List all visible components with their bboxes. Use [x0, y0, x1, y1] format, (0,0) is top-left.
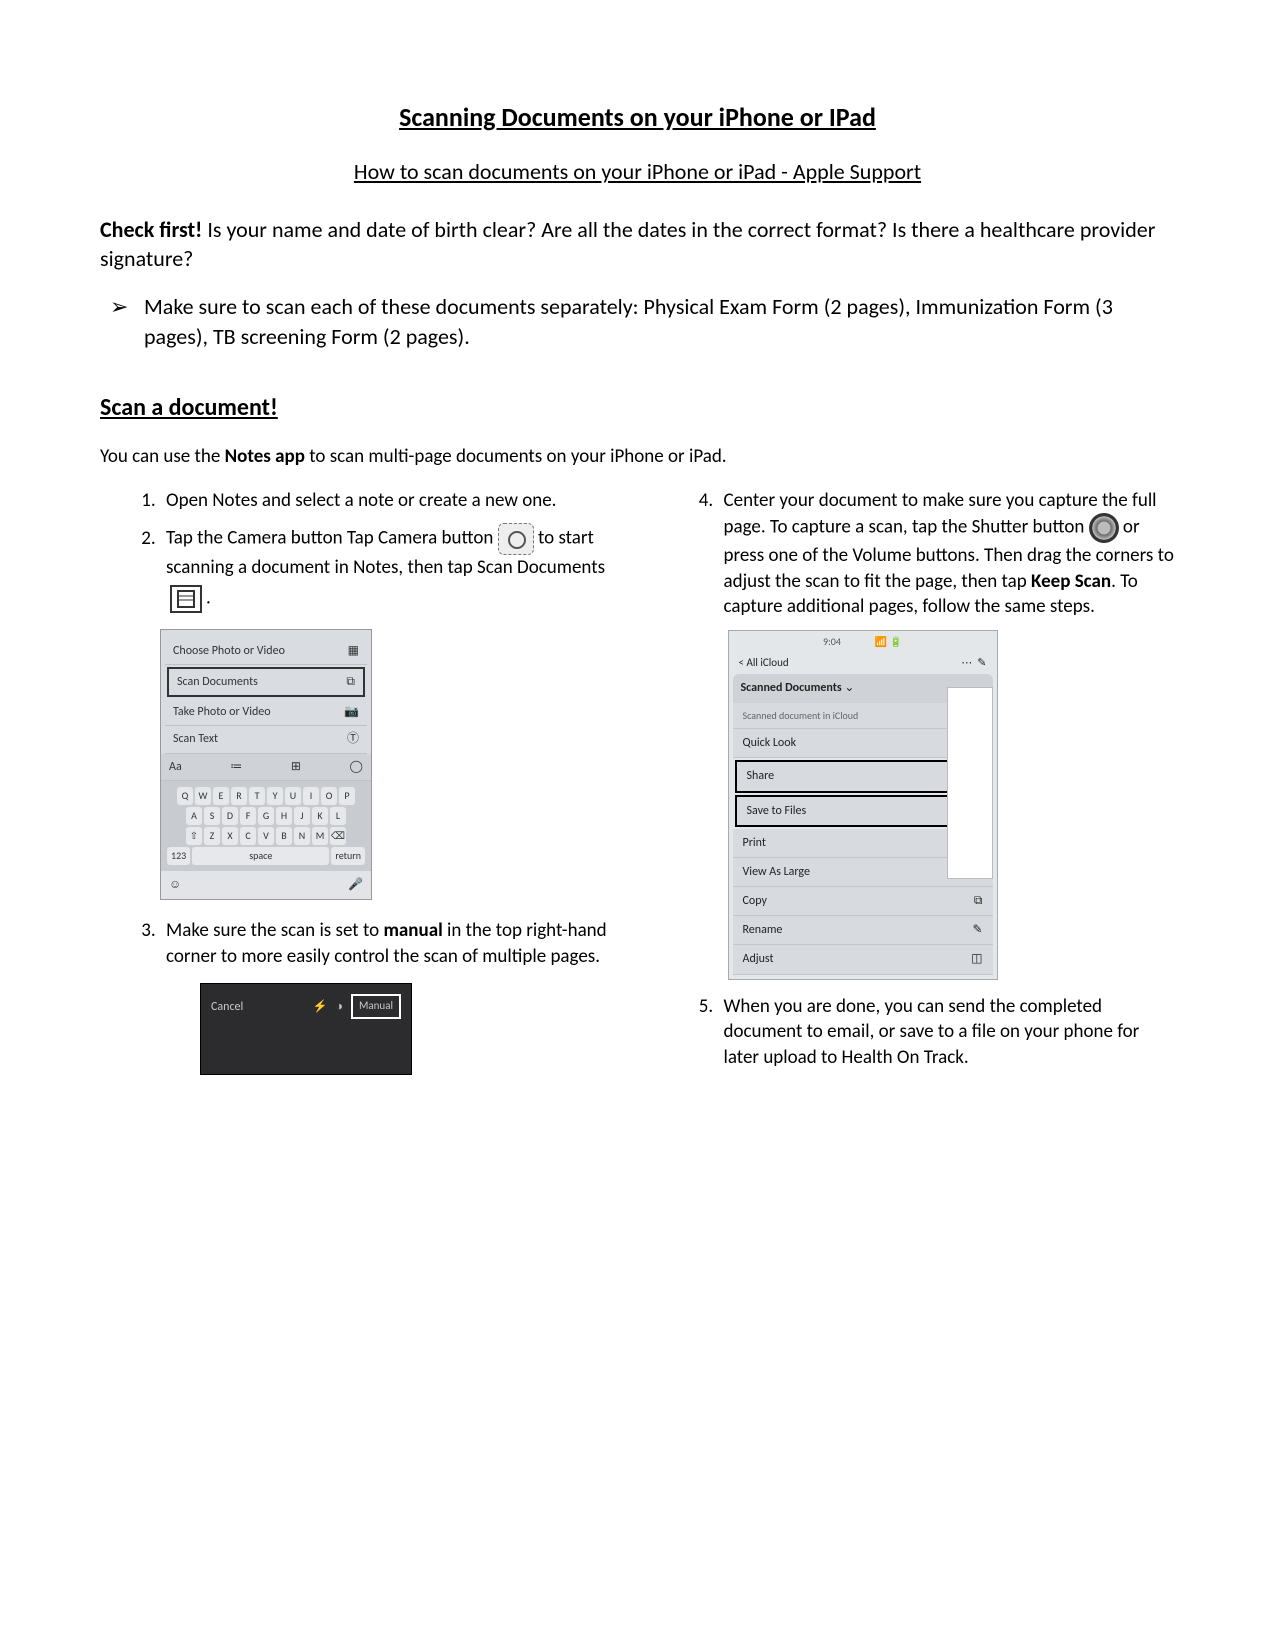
- key-T[interactable]: T: [249, 787, 265, 805]
- photo-icon: ▦: [348, 643, 359, 659]
- key-K[interactable]: K: [312, 807, 328, 825]
- key-F[interactable]: F: [240, 807, 256, 825]
- key-⌫[interactable]: ⌫: [330, 827, 346, 845]
- notes-menu-screenshot: Choose Photo or Video▦ Scan Documents⧉ T…: [160, 629, 372, 900]
- intro-bold: Check first!: [100, 216, 202, 243]
- right-column: Center your document to make sure you ca…: [658, 488, 1176, 1086]
- more-icon[interactable]: ⋯: [961, 656, 972, 669]
- key-Z[interactable]: Z: [204, 827, 220, 845]
- step-5: When you are done, you can send the comp…: [718, 994, 1176, 1071]
- key-S[interactable]: S: [204, 807, 220, 825]
- key-A[interactable]: A: [186, 807, 202, 825]
- scan-mode-screenshot: Cancel ⚡ ◑ Manual: [200, 983, 412, 1075]
- menu-scan-text[interactable]: Scan TextⓉ: [165, 726, 367, 753]
- step-4: Center your document to make sure you ca…: [718, 488, 1176, 621]
- key-⇧[interactable]: ⇧: [186, 827, 202, 845]
- step-3: Make sure the scan is set to manual in t…: [160, 918, 618, 969]
- table-icon[interactable]: ⊞: [291, 759, 301, 775]
- key-space[interactable]: space: [192, 847, 329, 865]
- menu-choose-photo[interactable]: Choose Photo or Video▦: [165, 638, 367, 665]
- menu-scan-documents[interactable]: Scan Documents⧉: [167, 667, 365, 697]
- section-subtext: You can use the Notes app to scan multi-…: [100, 444, 1175, 470]
- key-P[interactable]: P: [339, 787, 355, 805]
- key-L[interactable]: L: [330, 807, 346, 825]
- key-V[interactable]: V: [258, 827, 274, 845]
- key-R[interactable]: R: [231, 787, 247, 805]
- key-Y[interactable]: Y: [267, 787, 283, 805]
- shutter-icon: [1089, 513, 1119, 543]
- camera-toolbar-icon[interactable]: ◯: [350, 759, 363, 775]
- emoji-icon[interactable]: ☺: [169, 877, 181, 893]
- document-preview: [947, 687, 993, 879]
- flash-icon[interactable]: ⚡: [313, 999, 328, 1015]
- bullet-text: Make sure to scan each of these document…: [144, 292, 1175, 351]
- text-icon: Ⓣ: [347, 731, 359, 747]
- key-Q[interactable]: Q: [177, 787, 193, 805]
- cancel-button[interactable]: Cancel: [211, 999, 243, 1015]
- key-O[interactable]: O: [321, 787, 337, 805]
- camera-mini-icon: 📷: [344, 704, 359, 720]
- key-D[interactable]: D: [222, 807, 238, 825]
- key-return[interactable]: return: [331, 847, 365, 865]
- step-1: Open Notes and select a note or create a…: [160, 488, 618, 514]
- key-N[interactable]: N: [294, 827, 310, 845]
- rename-row[interactable]: Rename✎: [733, 916, 993, 945]
- key-E[interactable]: E: [213, 787, 229, 805]
- crop-icon: ◫: [971, 951, 982, 967]
- key-I[interactable]: I: [303, 787, 319, 805]
- bullet-marker: ➢: [110, 292, 144, 351]
- section-heading: Scan a document!: [100, 392, 1175, 424]
- copy-icon: ⧉: [974, 893, 983, 909]
- adjust-row[interactable]: Adjust◫: [733, 945, 993, 974]
- toolbar-row: Aa ≔ ⊞ ◯: [161, 754, 371, 781]
- back-button[interactable]: < All iCloud: [739, 656, 789, 671]
- menu-take-photo[interactable]: Take Photo or Video📷: [165, 699, 367, 726]
- key-X[interactable]: X: [222, 827, 238, 845]
- mic-icon[interactable]: 🎤: [348, 877, 363, 893]
- left-column: Open Notes and select a note or create a…: [100, 488, 618, 1086]
- scan-documents-icon: [166, 581, 206, 617]
- share-sheet-screenshot: 9:04 📶 🔋 < All iCloud ⋯ ✎ Scanned Docume…: [728, 630, 998, 980]
- copy-row[interactable]: Copy⧉: [733, 887, 993, 916]
- key-G[interactable]: G: [258, 807, 274, 825]
- step-2: Tap the Camera button Tap Camera button …: [160, 523, 618, 617]
- key-U[interactable]: U: [285, 787, 301, 805]
- key-W[interactable]: W: [195, 787, 211, 805]
- pencil-icon: ✎: [972, 922, 982, 938]
- status-bar: 9:04 📶 🔋: [733, 635, 993, 649]
- key-J[interactable]: J: [294, 807, 310, 825]
- key-M[interactable]: M: [312, 827, 328, 845]
- aa-button[interactable]: Aa: [169, 759, 182, 775]
- bullet-item: ➢ Make sure to scan each of these docume…: [110, 292, 1175, 351]
- key-123[interactable]: 123: [167, 847, 190, 865]
- support-link[interactable]: How to scan documents on your iPhone or …: [100, 157, 1175, 187]
- compose-icon[interactable]: ✎: [977, 656, 986, 669]
- scan-icon: ⧉: [346, 674, 355, 690]
- key-C[interactable]: C: [240, 827, 256, 845]
- manual-toggle[interactable]: Manual: [351, 994, 401, 1019]
- intro-rest: Is your name and date of birth clear? Ar…: [100, 216, 1155, 273]
- filter-icon[interactable]: ◑: [336, 999, 343, 1015]
- key-H[interactable]: H: [276, 807, 292, 825]
- intro-paragraph: Check first! Is your name and date of bi…: [100, 215, 1175, 274]
- page-title: Scanning Documents on your iPhone or IPa…: [100, 100, 1175, 135]
- key-B[interactable]: B: [276, 827, 292, 845]
- keyboard[interactable]: QWERTYUIOP ASDFGHJKL ⇧ZXCVBNM⌫ 123 space…: [161, 781, 371, 871]
- camera-icon: [498, 523, 534, 555]
- list-icon[interactable]: ≔: [230, 759, 242, 775]
